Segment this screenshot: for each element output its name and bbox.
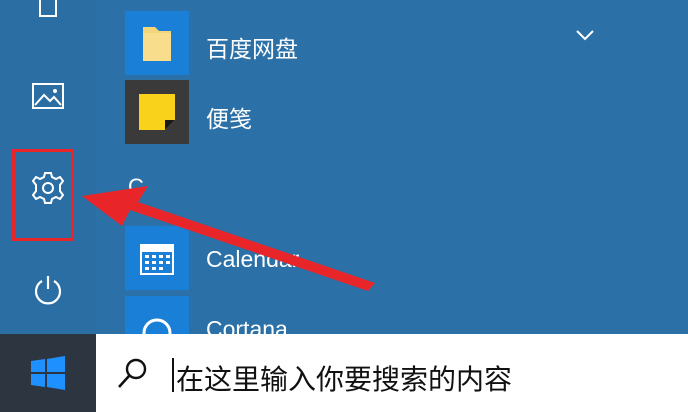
search-box[interactable]: 在这里输入你要搜索的内容 <box>96 334 688 412</box>
red-arrow-annotation <box>82 186 375 291</box>
start-button[interactable] <box>0 334 96 412</box>
windows-logo-icon <box>31 356 65 390</box>
search-icon <box>118 358 147 388</box>
start-menu: 百度网盘 便笺 C Calendar Cortana <box>0 0 688 334</box>
text-caret <box>172 358 174 392</box>
search-input[interactable]: 在这里输入你要搜索的内容 <box>176 358 512 398</box>
